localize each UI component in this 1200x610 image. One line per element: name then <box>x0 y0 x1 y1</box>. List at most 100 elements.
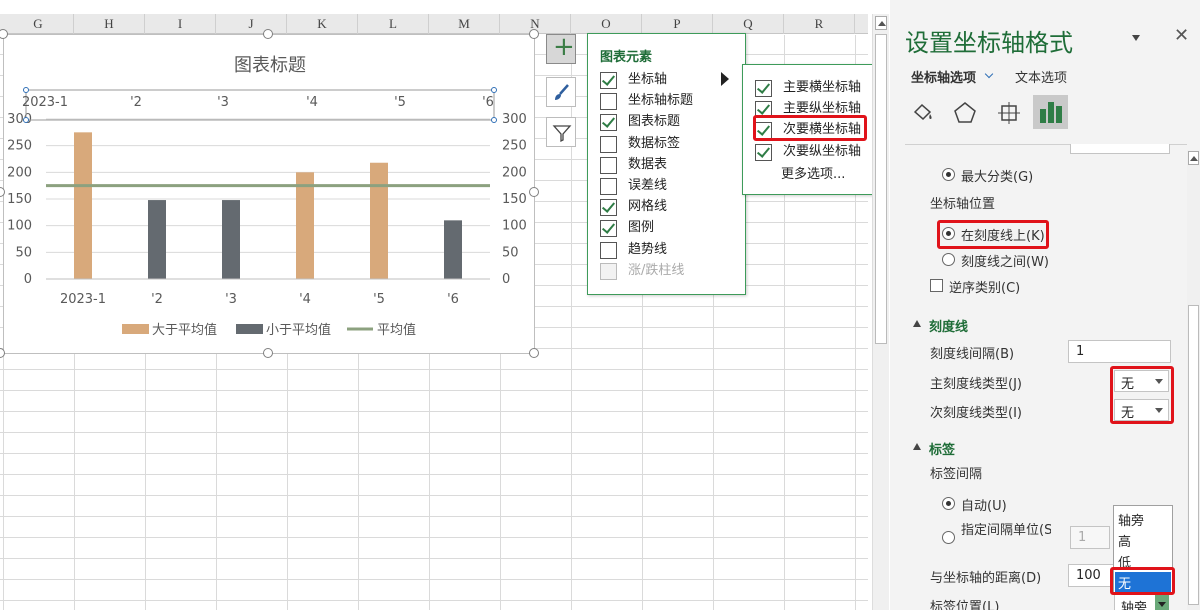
major-tick-label: 主刻度线类型(J) <box>930 377 1022 392</box>
resize-handle-top-right[interactable] <box>529 29 539 39</box>
specify-interval-radio[interactable] <box>942 531 955 544</box>
column-header-I[interactable]: I <box>145 14 216 34</box>
secondary-x-tick-label: 2023-1 <box>22 95 68 110</box>
scroll-up-button[interactable] <box>875 16 887 30</box>
bar-chart-icon <box>1040 102 1062 123</box>
highlight-none-option <box>1110 567 1175 595</box>
chart-element-checkbox[interactable] <box>600 72 617 89</box>
y-tick-label: 200 <box>7 165 32 180</box>
y-tick-label: 50 <box>15 245 32 260</box>
submenu-arrow-icon[interactable] <box>721 72 729 86</box>
auto-interval-radio[interactable] <box>942 497 955 510</box>
collapse-icon[interactable] <box>913 443 921 450</box>
pane-scrollbar[interactable] <box>1187 150 1200 610</box>
distance-input[interactable]: 100 <box>1068 564 1116 587</box>
x-tick-label: '3 <box>225 292 237 307</box>
chart-element-checkbox[interactable] <box>600 135 617 153</box>
chart-element-label: 网格线 <box>628 199 668 215</box>
chart-element-label: 趋势线 <box>628 241 668 257</box>
secondary-y-tick-label: 150 <box>502 192 527 207</box>
axis-position-label: 坐标轴位置 <box>930 197 996 212</box>
specify-interval-label[interactable]: 指定间隔单位(S) <box>961 523 1051 536</box>
column-header-O[interactable]: O <box>571 14 642 34</box>
specify-interval-clip: 指定间隔单位(S) <box>961 523 1051 536</box>
chart-element-label: 坐标轴 <box>628 72 668 87</box>
dropdown-option[interactable]: 轴旁 <box>1115 509 1171 529</box>
secondary-y-tick-label: 200 <box>502 165 527 180</box>
column-header-R[interactable]: R <box>784 14 855 34</box>
auto-interval-label[interactable]: 自动(U) <box>961 495 1007 514</box>
pane-scroll-thumb[interactable] <box>1188 305 1199 605</box>
highlight-secondary-horizontal-axis <box>753 115 867 141</box>
axis-option-label: 次要纵坐标轴 <box>783 143 862 159</box>
chart-element-checkbox[interactable] <box>600 93 617 111</box>
tick-marks-section[interactable]: 刻度线 <box>929 316 968 335</box>
more-options-link[interactable]: 更多选项... <box>781 163 845 182</box>
fill-line-icon[interactable] <box>910 100 936 126</box>
label-position-value: 轴旁 <box>1121 601 1148 610</box>
chart-element-checkbox[interactable] <box>600 156 617 174</box>
column-header-L[interactable]: L <box>358 14 429 34</box>
secondary-x-axis-selection <box>25 89 495 121</box>
max-category-radio[interactable] <box>942 168 955 181</box>
close-icon[interactable]: ✕ <box>1174 25 1189 46</box>
secondary-x-tick-label: '3 <box>217 95 229 110</box>
chevron-down-icon[interactable] <box>984 69 994 79</box>
specify-interval-value: 1 <box>1078 530 1087 545</box>
chart-element-checkbox[interactable] <box>600 114 617 132</box>
dropdown-option[interactable]: 高 <box>1115 530 1171 550</box>
specify-interval-input[interactable]: 1 <box>1070 526 1110 549</box>
label-position-select[interactable]: 轴旁 <box>1114 594 1169 610</box>
size-properties-icon[interactable] <box>996 100 1022 126</box>
tab-text-options[interactable]: 文本选项 <box>1015 67 1067 86</box>
resize-handle-right[interactable] <box>529 187 539 197</box>
x-tick-label: '2 <box>151 292 163 307</box>
resize-handle-top[interactable] <box>263 29 273 39</box>
chart-element-label: 图表标题 <box>628 114 681 130</box>
resize-handle-bottom[interactable] <box>263 348 273 358</box>
column-header-K[interactable]: K <box>287 14 358 34</box>
scroll-thumb[interactable] <box>875 34 887 344</box>
reverse-order-checkbox[interactable] <box>930 279 943 292</box>
axis-options-tab-active[interactable] <box>1033 95 1068 129</box>
chart-element-checkbox[interactable] <box>600 199 617 217</box>
chart-area[interactable]: 图表标题 300 250 200 150 100 50 0 300 250 200 150 100 50… <box>3 34 535 354</box>
max-category-label[interactable]: 最大分类(G) <box>961 166 1033 185</box>
sheet-vertical-scrollbar[interactable] <box>872 14 889 610</box>
column-header-P[interactable]: P <box>642 14 713 34</box>
chevron-down-icon <box>1158 602 1166 607</box>
secondary-x-tick-label: '6 <box>482 95 494 110</box>
chart-filters-button[interactable] <box>546 117 576 147</box>
y-tick-label: 250 <box>7 139 32 154</box>
chart-element-checkbox[interactable] <box>600 241 617 259</box>
between-tick-marks-label[interactable]: 刻度线之间(W) <box>961 251 1049 270</box>
labels-section[interactable]: 标签 <box>929 439 955 458</box>
chart-element-checkbox[interactable] <box>600 220 617 238</box>
resize-handle-bottom-right[interactable] <box>529 348 539 358</box>
effects-icon[interactable] <box>952 100 978 126</box>
axis-option-checkbox[interactable] <box>755 80 772 97</box>
reverse-order-label[interactable]: 逆序类别(C) <box>949 277 1020 296</box>
tick-interval-value: 1 <box>1076 344 1085 359</box>
secondary-y-tick-label: 250 <box>502 139 527 154</box>
chart-element-label: 误差线 <box>628 178 668 193</box>
between-tick-marks-radio[interactable] <box>942 253 955 266</box>
chart-element-checkbox[interactable] <box>600 178 617 195</box>
partial-input[interactable] <box>1070 144 1170 154</box>
axis-option-checkbox[interactable] <box>755 143 772 161</box>
dropdown-button[interactable] <box>1155 595 1169 610</box>
column-header-G[interactable]: G <box>3 14 74 34</box>
pane-options-icon[interactable] <box>1132 35 1140 41</box>
plus-icon: + <box>553 32 575 62</box>
column-header-H[interactable]: H <box>74 14 145 34</box>
tick-interval-input[interactable]: 1 <box>1068 340 1171 363</box>
column-header-J[interactable]: J <box>216 14 287 34</box>
column-header-M[interactable]: M <box>429 14 500 34</box>
collapse-icon[interactable] <box>913 320 921 327</box>
chart-elements-button[interactable]: + <box>546 32 576 64</box>
secondary-x-tick-label: '2 <box>130 95 142 110</box>
tab-axis-options[interactable]: 坐标轴选项 <box>911 67 976 86</box>
column-header-Q[interactable]: Q <box>713 14 784 34</box>
chart-styles-button[interactable] <box>546 77 576 107</box>
pane-scroll-up[interactable] <box>1188 151 1199 165</box>
